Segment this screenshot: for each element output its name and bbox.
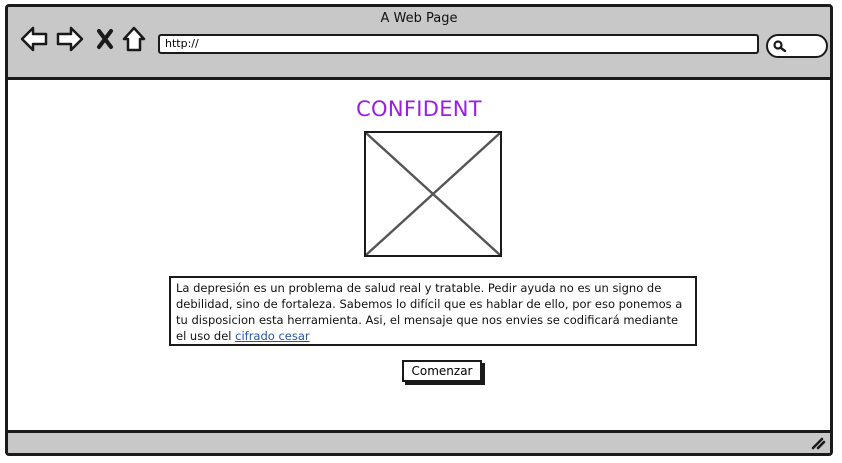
- start-button[interactable]: Comenzar: [402, 360, 482, 382]
- forward-arrow-icon[interactable]: [56, 25, 84, 53]
- caesar-cipher-link[interactable]: cifrado cesar: [235, 329, 310, 343]
- search-field[interactable]: [766, 34, 828, 58]
- description-box: La depresión es un problema de salud rea…: [169, 276, 697, 346]
- resize-grip-icon[interactable]: [810, 436, 826, 450]
- close-icon[interactable]: [96, 25, 114, 53]
- search-icon: [773, 40, 787, 52]
- browser-toolbar: A Web Page http://: [8, 7, 830, 80]
- page-title: CONFIDENT: [356, 97, 482, 121]
- status-bar: [8, 430, 830, 453]
- home-icon[interactable]: [122, 25, 146, 53]
- address-bar[interactable]: http://: [158, 34, 759, 54]
- browser-window: A Web Page http:// CONFIDENT La depresió…: [5, 4, 833, 456]
- image-placeholder-icon: [364, 131, 502, 257]
- window-title: A Web Page: [380, 11, 458, 26]
- back-arrow-icon[interactable]: [20, 25, 48, 53]
